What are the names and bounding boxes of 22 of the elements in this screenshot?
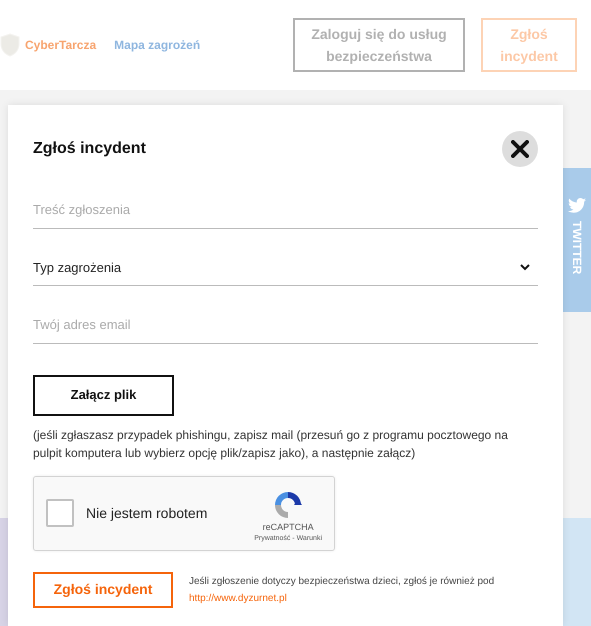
twitter-label: TWITTER (569, 221, 585, 274)
input-field[interactable]: Twój adres email (33, 307, 538, 344)
captcha-label: Nie jestem robotem (86, 504, 208, 523)
input-field[interactable]: Treść zgłoszenia (33, 192, 538, 228)
modal-title: Zgłoś incydent (33, 139, 146, 159)
dropdown-field[interactable]: Typ zagrożenia (33, 250, 538, 286)
website-link[interactable]: http://www.dyzurnet.pl (189, 592, 287, 604)
submit-button[interactable]: Zgłoś incydent (33, 572, 173, 608)
chevron-down-icon (520, 264, 530, 271)
attach-file-button[interactable]: Załącz plik (33, 374, 174, 416)
shield-icon (0, 33, 20, 57)
close-button[interactable] (502, 131, 538, 167)
login-button[interactable]: Zaloguj się do usług bezpieczeństwa (293, 18, 465, 72)
bird-icon (568, 198, 586, 213)
info-text: Jeśli zgłoszenie dotyczy bezpieczeństwa dzieci, zgłoś je również pod http://www.dyzurnet.pl (189, 574, 496, 606)
twitter-tab[interactable]: TWITTER (563, 168, 591, 312)
captcha-checkbox[interactable] (46, 499, 74, 527)
logo-text[interactable]: CyberTarcza (25, 36, 96, 54)
captcha-brand: reCAPTCHA (262, 520, 314, 534)
close-icon (511, 140, 529, 158)
hint-text: (jeśli zgłaszasz przypadek phishingu, zapisz mail (przesuń go z programu pocztowego na pulpit komputera lub wybierz opcję plik/zapisz jako), a następnie załącz) (33, 426, 509, 462)
nav-link[interactable]: Mapa zagrożeń (114, 36, 200, 54)
